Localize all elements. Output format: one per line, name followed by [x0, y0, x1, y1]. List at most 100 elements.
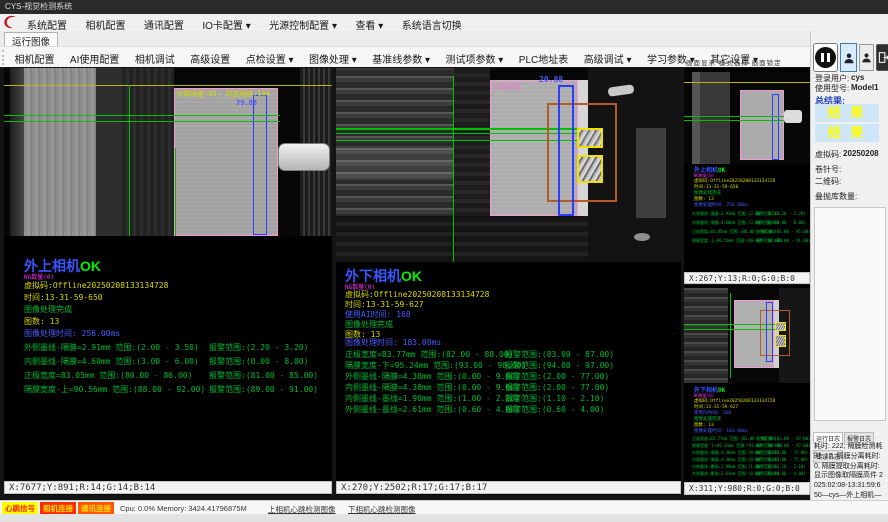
image-band — [700, 72, 730, 164]
alarm-range: 报警范围:(2.20 - 3.20) — [756, 211, 806, 217]
measure-value-label: 79.88 — [236, 99, 257, 107]
small-top-view: 外上相机OK NG数量(0) 虚拟码:Offline20250208133134… — [684, 68, 810, 284]
person-icon — [861, 52, 872, 63]
user-login-button[interactable] — [840, 43, 857, 72]
time-line: 时间:13-31-59-650 — [24, 292, 103, 303]
app-logo-icon — [2, 14, 19, 30]
measurement-row: 内侧墨线-隔膜=4.38mm 范围:(0.00 - 9.00)报警范围:(2.0… — [692, 457, 779, 463]
measurement-text: 外侧墨线-隔膜=2.91mm 范围:(2.00 - 3.50) — [24, 343, 199, 352]
guide-line — [684, 120, 784, 121]
image-band — [336, 146, 454, 180]
small-bottom-view: 外下相机OK NG数量(0) 虚拟码:Offline20250208133134… — [684, 285, 810, 495]
left-coordinate-bar: X:7677;Y:891;R:14;G:14;B:14 — [4, 481, 332, 494]
result-box-upper: 结 果 — [815, 104, 879, 122]
alarm-range: 报警范围:(0.60 - 4.00) — [505, 404, 604, 415]
frame-count-line: 图数: 13 — [24, 316, 59, 327]
alarm-range: 报警范围:(1.10 - 2.10) — [756, 464, 806, 470]
tab-electrode — [784, 110, 802, 123]
measurement-text: 外侧墨线-墨线=2.61mm 范围:(0.60 - 4.00) — [345, 405, 520, 414]
window-title: CYS-视觉检测系统 — [5, 2, 72, 11]
reject-bin-count-label: 叠抛库数量: — [815, 191, 857, 202]
model-value[interactable]: Model1 — [851, 83, 879, 92]
alarm-range: 报警范围:(0.00 - 8.00) — [209, 356, 308, 367]
left-camera-image[interactable]: 计算阈值:93, 动态阈值:100 79.88 — [4, 68, 332, 236]
operator-button[interactable] — [859, 44, 874, 71]
small-top-image[interactable] — [684, 72, 810, 164]
measurement-text: 内侧墨线-隔膜=4.60mm 范围:(3.00 - 6.00) — [24, 357, 199, 366]
needle-number-label: 卷针号: — [815, 164, 841, 175]
tool-camera-debug[interactable]: 相机调试 — [131, 51, 179, 66]
detect-rect-blue — [772, 94, 779, 160]
tool-ai-usage-config[interactable]: AI使用配置 — [66, 51, 123, 66]
process-time-line: 图像处理时间: 256.00ms — [24, 328, 120, 339]
defect-rect-yellow — [775, 322, 786, 331]
machine-highlight — [634, 233, 650, 241]
alarm-range: 报警范围:(1.10 - 2.10) — [505, 393, 604, 404]
qr-code-label: 二维码: — [815, 176, 841, 187]
process-time-line: 图像处理时间: 183.00ms — [345, 337, 441, 348]
guide-line-vertical — [730, 293, 731, 378]
guide-line — [4, 121, 280, 122]
logout-door-icon — [878, 51, 888, 64]
guide-line-vertical — [175, 148, 176, 236]
right-camera-panel: AI检测区 20.88 外下相机OK NG数量(0) 虚拟码:Offline20… — [336, 68, 681, 495]
process-done-line: 图像处理完成 — [24, 304, 72, 315]
tool-plc-address-table[interactable]: PLC地址表 — [515, 51, 572, 66]
tool-image-processing-menu[interactable]: 图像处理 ▾ — [305, 51, 361, 66]
pause-button[interactable] — [813, 43, 838, 72]
alarm-range: 报警范围:(81.00 - 85.00) — [756, 229, 811, 235]
title-bar: CYS-视觉检测系统 — [0, 0, 888, 14]
alarm-range: 报警范围:(83.00 - 87.00) — [756, 436, 811, 442]
window-bottom-edge — [0, 514, 888, 522]
result-box-lower: 结 果 — [815, 124, 879, 142]
measurement-text: 隔膜宽度-下=95.24mm 范围:(93.00 - 98.00) — [345, 361, 526, 370]
alarm-range: 报警范围:(81.00 - 85.00) — [209, 370, 318, 381]
measurement-row: 内侧墨线-隔膜=4.60mm 范围:(3.00 - 6.00)报警范围:(0.0… — [24, 356, 199, 367]
alarm-range: 报警范围:(94.00 - 97.00) — [756, 443, 811, 449]
small-bottom-image[interactable] — [684, 288, 810, 383]
alarm-range: 报警范围:(0.00 - 8.00) — [756, 220, 806, 226]
left-camera-panel: 计算阈值:93, 动态阈值:100 79.88 外上相机OK NG数量(0) 虚… — [4, 68, 332, 495]
measure-value-label: 20.88 — [539, 75, 563, 84]
measurement-row: 内侧墨线-墨线=1.90mm 范围:(1.00 - 2.20)报警范围:(1.1… — [345, 393, 520, 404]
guide-line — [684, 116, 784, 117]
machine-highlight — [636, 128, 666, 218]
measurement-row: 正极宽度=83.77mm 范围:(82.00 - 88.00)报警范围:(83.… — [345, 349, 513, 360]
defect-rect-yellow — [775, 335, 786, 347]
measurement-row: 隔膜宽度-上=90.56mm 范围:(88.00 - 92.00)报警范围:(8… — [24, 384, 205, 395]
status-bar: 心跳信号 相机连接 通讯连接 Cpu: 0.0% Memory: 3424.41… — [0, 500, 888, 515]
tool-test-params-menu[interactable]: 测试项参数 ▾ — [442, 51, 508, 66]
alarm-range: 报警范围:(94.00 - 97.00) — [505, 360, 614, 371]
virtual-code-value: 20250208 — [843, 149, 879, 158]
tool-advanced-debug-menu[interactable]: 高级调试 ▾ — [580, 51, 636, 66]
guide-line-vertical — [453, 76, 454, 262]
info-list-box[interactable] — [814, 207, 886, 421]
measurement-row: 正极宽度=83.05mm 范围:(80.00 - 86.00)报警范围:(81.… — [24, 370, 192, 381]
tool-advanced-settings[interactable]: 高级设置 — [186, 51, 234, 66]
measurement-text: 隔膜宽度-上=90.56mm 范围:(88.00 - 92.00) — [24, 385, 205, 394]
tool-camera-config[interactable]: 相机配置 — [10, 51, 58, 66]
exit-button[interactable] — [876, 44, 888, 71]
login-user-value: cys — [851, 73, 864, 82]
right-camera-image[interactable]: AI检测区 20.88 — [336, 68, 681, 262]
measurement-row: 隔膜宽度-下=95.24mm 范围:(93.00 - 98.00)报警范围:(9… — [345, 360, 526, 371]
tool-spotcheck-menu[interactable]: 点检设置 ▾ — [242, 51, 298, 66]
alarm-range: 报警范围:(2.00 - 77.00) — [505, 382, 609, 393]
measurement-row: 外侧墨线-墨线=2.61mm 范围:(0.60 - 4.00)报警范围:(0.6… — [692, 471, 779, 477]
pause-icon — [815, 47, 836, 68]
measurement-row: 正极宽度=83.05mm 范围:(80.00 - 86.00)报警范围:(81.… — [692, 229, 776, 235]
alarm-range: 报警范围:(2.00 - 77.00) — [505, 371, 609, 382]
tool-baseline-params-menu[interactable]: 基准线参数 ▾ — [368, 51, 434, 66]
defect-rect-yellow — [577, 155, 603, 183]
process-time-line: 图像处理时间: 183.00ms — [694, 428, 748, 434]
small-views-caption: 画面显示 模式选择 画面锁定 — [686, 57, 782, 67]
image-band — [24, 68, 96, 236]
alarm-range: 报警范围:(89.00 - 91.00) — [756, 238, 811, 244]
measurement-text: 正极宽度=83.05mm 范围:(80.00 - 86.00) — [24, 371, 192, 380]
measurement-row: 内侧墨线-隔膜=4.38mm 范围:(0.00 - 9.00)报警范围:(2.0… — [345, 382, 520, 393]
small-top-coordinate-bar: X:267;Y:13;R:0;G:0;B:0 — [684, 272, 810, 284]
image-band — [684, 288, 728, 383]
menu-bar: 系统配置 相机配置 通讯配置 IO卡配置 ▾ 光源控制配置 ▾ 查看 ▾ 系统语… — [0, 14, 888, 32]
ai-region-label: AI检测区 — [493, 82, 522, 92]
toolbar-grip[interactable] — [2, 50, 7, 65]
